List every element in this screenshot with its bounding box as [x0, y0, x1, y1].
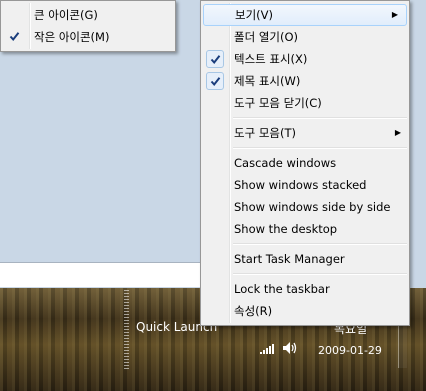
menu-item-label: 제목 표시(W) — [234, 74, 301, 88]
menu-item-label: 도구 모음 닫기(C) — [234, 96, 322, 110]
menu-item-label: Lock the taskbar — [234, 282, 330, 296]
network-signal-icon[interactable] — [260, 344, 274, 354]
menu-item-label: Start Task Manager — [234, 252, 345, 266]
view-submenu: 큰 아이콘(G) 작은 아이콘(M) — [0, 0, 176, 52]
menu-item-label: 큰 아이콘(G) — [34, 8, 98, 22]
taskbar-context-menu: 보기(V) ▶ 폴더 열기(O) 텍스트 표시(X) 제목 표시(W) 도구 모… — [200, 0, 410, 326]
menu-item-label: 속성(R) — [234, 304, 273, 318]
menu-item-show-text[interactable]: 텍스트 표시(X) — [201, 48, 409, 70]
check-icon — [206, 50, 224, 68]
menu-item-show-title[interactable]: 제목 표시(W) — [201, 70, 409, 92]
menu-item-label: 폴더 열기(O) — [234, 30, 298, 44]
menu-item-cascade-windows[interactable]: Cascade windows — [201, 152, 409, 174]
menu-item-show-windows-side-by-side[interactable]: Show windows side by side — [201, 196, 409, 218]
menu-item-label: 도구 모음(T) — [234, 126, 296, 140]
menu-item-label: Cascade windows — [234, 156, 337, 170]
triangle-right-icon: ▶ — [391, 10, 398, 19]
menu-item-small-icons[interactable]: 작은 아이콘(M) — [1, 26, 175, 48]
menu-item-start-task-manager[interactable]: Start Task Manager — [201, 248, 409, 270]
menu-item-lock-taskbar[interactable]: Lock the taskbar — [201, 278, 409, 300]
check-icon — [206, 72, 224, 90]
menu-item-large-icons[interactable]: 큰 아이콘(G) — [1, 4, 175, 26]
clock-date[interactable]: 2009-01-29 — [318, 344, 382, 357]
menu-separator — [233, 147, 407, 149]
menu-item-close-toolbar[interactable]: 도구 모음 닫기(C) — [201, 92, 409, 114]
menu-item-label: Show windows side by side — [234, 200, 391, 214]
menu-item-show-windows-stacked[interactable]: Show windows stacked — [201, 174, 409, 196]
menu-item-properties[interactable]: 속성(R) — [201, 300, 409, 322]
menu-item-label: Show windows stacked — [234, 178, 367, 192]
menu-item-view[interactable]: 보기(V) ▶ — [203, 4, 407, 26]
menu-item-open-folder[interactable]: 폴더 열기(O) — [201, 26, 409, 48]
triangle-right-icon: ▶ — [394, 128, 401, 137]
menu-separator — [233, 273, 407, 275]
menu-item-label: 작은 아이콘(M) — [34, 30, 110, 44]
toolbar-grip[interactable] — [124, 290, 129, 370]
speaker-icon[interactable] — [282, 341, 298, 355]
window-content-area — [0, 262, 206, 287]
menu-item-toolbars[interactable]: 도구 모음(T) ▶ — [201, 122, 409, 144]
menu-item-label: Show the desktop — [234, 222, 338, 236]
menu-item-label: 텍스트 표시(X) — [234, 52, 308, 66]
menu-separator — [233, 117, 407, 119]
menu-item-label: 보기(V) — [235, 8, 273, 22]
check-icon — [6, 28, 24, 46]
menu-item-show-desktop[interactable]: Show the desktop — [201, 218, 409, 240]
menu-separator — [233, 243, 407, 245]
